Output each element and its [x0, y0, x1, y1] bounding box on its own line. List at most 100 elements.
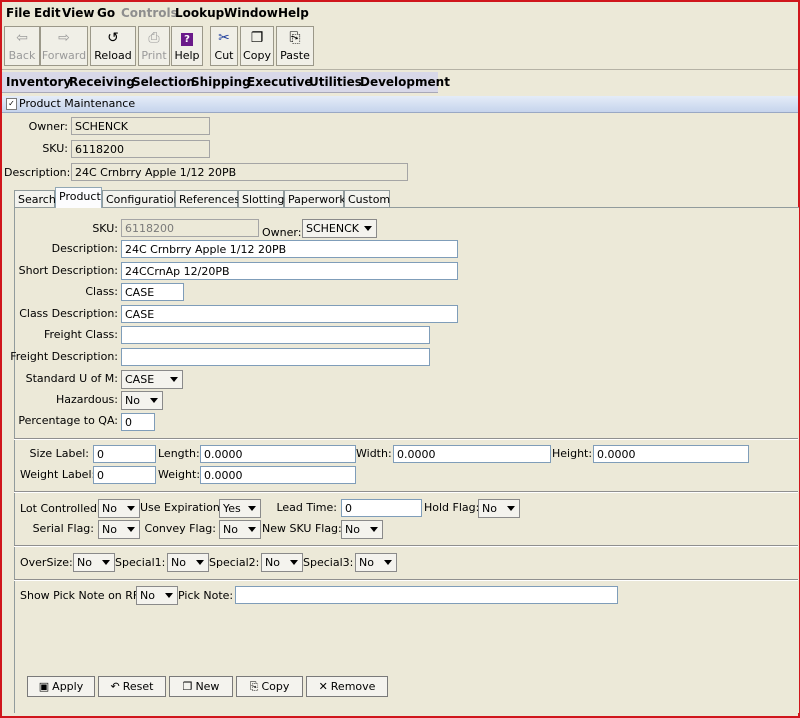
- module-utilities[interactable]: Utilities: [309, 75, 362, 89]
- close-x-icon: ✕: [318, 680, 328, 693]
- show-pick-note-select[interactable]: No: [136, 586, 178, 605]
- header-sku-field[interactable]: 6118200: [71, 140, 210, 158]
- oversize-select[interactable]: No: [73, 553, 115, 572]
- use-expiration-label: Use Expiration:: [140, 501, 224, 514]
- percentage-qa-input[interactable]: 0: [121, 413, 155, 431]
- menu-lookup[interactable]: Lookup: [175, 6, 224, 20]
- special2-label: Special2:: [209, 556, 260, 569]
- remove-button[interactable]: ✕ Remove: [306, 676, 388, 697]
- standard-uom-select[interactable]: CASE: [121, 370, 183, 389]
- height-label: Height:: [552, 447, 593, 460]
- chevron-down-icon: [248, 527, 256, 532]
- chevron-down-icon: [290, 560, 298, 565]
- chevron-down-icon: [384, 560, 392, 565]
- menu-bar: File Edit View Go Controls Lookup Window…: [2, 2, 798, 23]
- new-button[interactable]: ❐ New: [169, 676, 233, 697]
- tab-search[interactable]: Search: [14, 190, 56, 207]
- module-bar: Inventory Receiving Selection Shipping E…: [2, 72, 450, 93]
- paste-button[interactable]: ⎘ Paste: [276, 26, 314, 66]
- cut-button[interactable]: ✂ Cut: [210, 26, 238, 66]
- lot-controlled-select[interactable]: No: [98, 499, 140, 518]
- tab-configuration[interactable]: Configuration: [102, 190, 181, 207]
- short-description-input[interactable]: 24CCrnAp 12/20PB: [121, 262, 458, 280]
- menu-go[interactable]: Go: [97, 6, 115, 20]
- module-selection[interactable]: Selection: [132, 75, 195, 89]
- tab-references[interactable]: References: [175, 190, 240, 207]
- menu-controls: Controls: [121, 6, 178, 20]
- chevron-down-icon: [102, 560, 110, 565]
- hold-flag-select[interactable]: No: [478, 499, 520, 518]
- weight-label-label: Weight Label:: [20, 468, 96, 481]
- apply-button[interactable]: ▣ Apply: [27, 676, 95, 697]
- menu-window[interactable]: Window: [224, 6, 278, 20]
- tab-slotting[interactable]: Slotting: [238, 190, 284, 207]
- reload-button[interactable]: ↺ Reload: [90, 26, 136, 66]
- freight-class-input[interactable]: [121, 326, 430, 344]
- module-executive[interactable]: Executive: [247, 75, 313, 89]
- separator-2: [14, 491, 798, 493]
- copy-record-button[interactable]: ⎘ Copy: [236, 676, 303, 697]
- percentage-qa-label: Percentage to QA:: [18, 414, 118, 427]
- help-button[interactable]: ? Help: [171, 26, 203, 66]
- module-receiving[interactable]: Receiving: [69, 75, 135, 89]
- copy-button[interactable]: ❐ Copy: [240, 26, 274, 66]
- height-input[interactable]: 0.0000: [593, 445, 749, 463]
- length-input[interactable]: 0.0000: [200, 445, 356, 463]
- serial-flag-select[interactable]: No: [98, 520, 140, 539]
- lead-time-input[interactable]: 0: [341, 499, 422, 517]
- module-inventory[interactable]: Inventory: [6, 75, 71, 89]
- help-icon: ?: [172, 30, 202, 47]
- module-development[interactable]: Development: [360, 75, 450, 89]
- class-description-input[interactable]: CASE: [121, 305, 458, 323]
- show-pick-note-label: Show Pick Note on RF:: [20, 589, 143, 602]
- chevron-down-icon: [364, 226, 372, 231]
- special1-select[interactable]: No: [167, 553, 209, 572]
- separator-4: [14, 579, 798, 581]
- module-shipping[interactable]: Shipping: [191, 75, 251, 89]
- weight-input[interactable]: 0.0000: [200, 466, 356, 484]
- chevron-down-icon: [507, 506, 515, 511]
- convey-flag-select[interactable]: No: [219, 520, 261, 539]
- forward-arrow-icon: ⇨: [58, 30, 70, 46]
- hazardous-label: Hazardous:: [56, 393, 118, 406]
- save-disk-icon: ▣: [38, 680, 50, 693]
- description-label: Description:: [4, 166, 71, 179]
- copy-icon: ❐: [250, 30, 264, 46]
- menu-view[interactable]: View: [62, 6, 94, 20]
- freight-description-input[interactable]: [121, 348, 430, 366]
- hazardous-select[interactable]: No: [121, 391, 163, 410]
- product-description-input[interactable]: 24C Crnbrry Apple 1/12 20PB: [121, 240, 458, 258]
- pick-note-input[interactable]: [235, 586, 618, 604]
- sku-label: SKU:: [42, 142, 68, 155]
- special2-select[interactable]: No: [261, 553, 303, 572]
- new-sku-flag-select[interactable]: No: [341, 520, 383, 539]
- width-input[interactable]: 0.0000: [393, 445, 551, 463]
- tab-product[interactable]: Product: [55, 187, 102, 208]
- menu-file[interactable]: File: [6, 6, 31, 20]
- back-arrow-icon: ⇦: [16, 30, 28, 46]
- separator-3: [14, 545, 798, 547]
- tab-custom[interactable]: Custom: [344, 190, 390, 207]
- size-label-label: Size Label:: [29, 447, 89, 460]
- header-description-field[interactable]: 24C Crnbrry Apple 1/12 20PB: [71, 163, 408, 181]
- tab-paperwork[interactable]: Paperwork: [284, 190, 346, 207]
- menu-edit[interactable]: Edit: [34, 6, 61, 20]
- use-expiration-select[interactable]: Yes: [219, 499, 261, 518]
- weight-label-input[interactable]: 0: [93, 466, 156, 484]
- size-label-input[interactable]: 0: [93, 445, 156, 463]
- panel-checkbox-icon[interactable]: ✓: [6, 98, 17, 110]
- serial-flag-label: Serial Flag:: [32, 522, 94, 535]
- freight-class-label: Freight Class:: [43, 328, 118, 341]
- new-sku-flag-label: New SKU Flag:: [262, 522, 342, 535]
- copy-icon: ⎘: [249, 680, 259, 693]
- product-owner-select[interactable]: SCHENCK: [302, 219, 377, 238]
- reset-button[interactable]: ↶ Reset: [98, 676, 166, 697]
- menu-help[interactable]: Help: [278, 6, 309, 20]
- special3-select[interactable]: No: [355, 553, 397, 572]
- header-owner-field[interactable]: SCHENCK: [71, 117, 210, 135]
- class-input[interactable]: CASE: [121, 283, 184, 301]
- chevron-down-icon: [150, 398, 158, 403]
- separator-1: [14, 438, 798, 440]
- owner-label: Owner:: [28, 120, 68, 133]
- chevron-down-icon: [196, 560, 204, 565]
